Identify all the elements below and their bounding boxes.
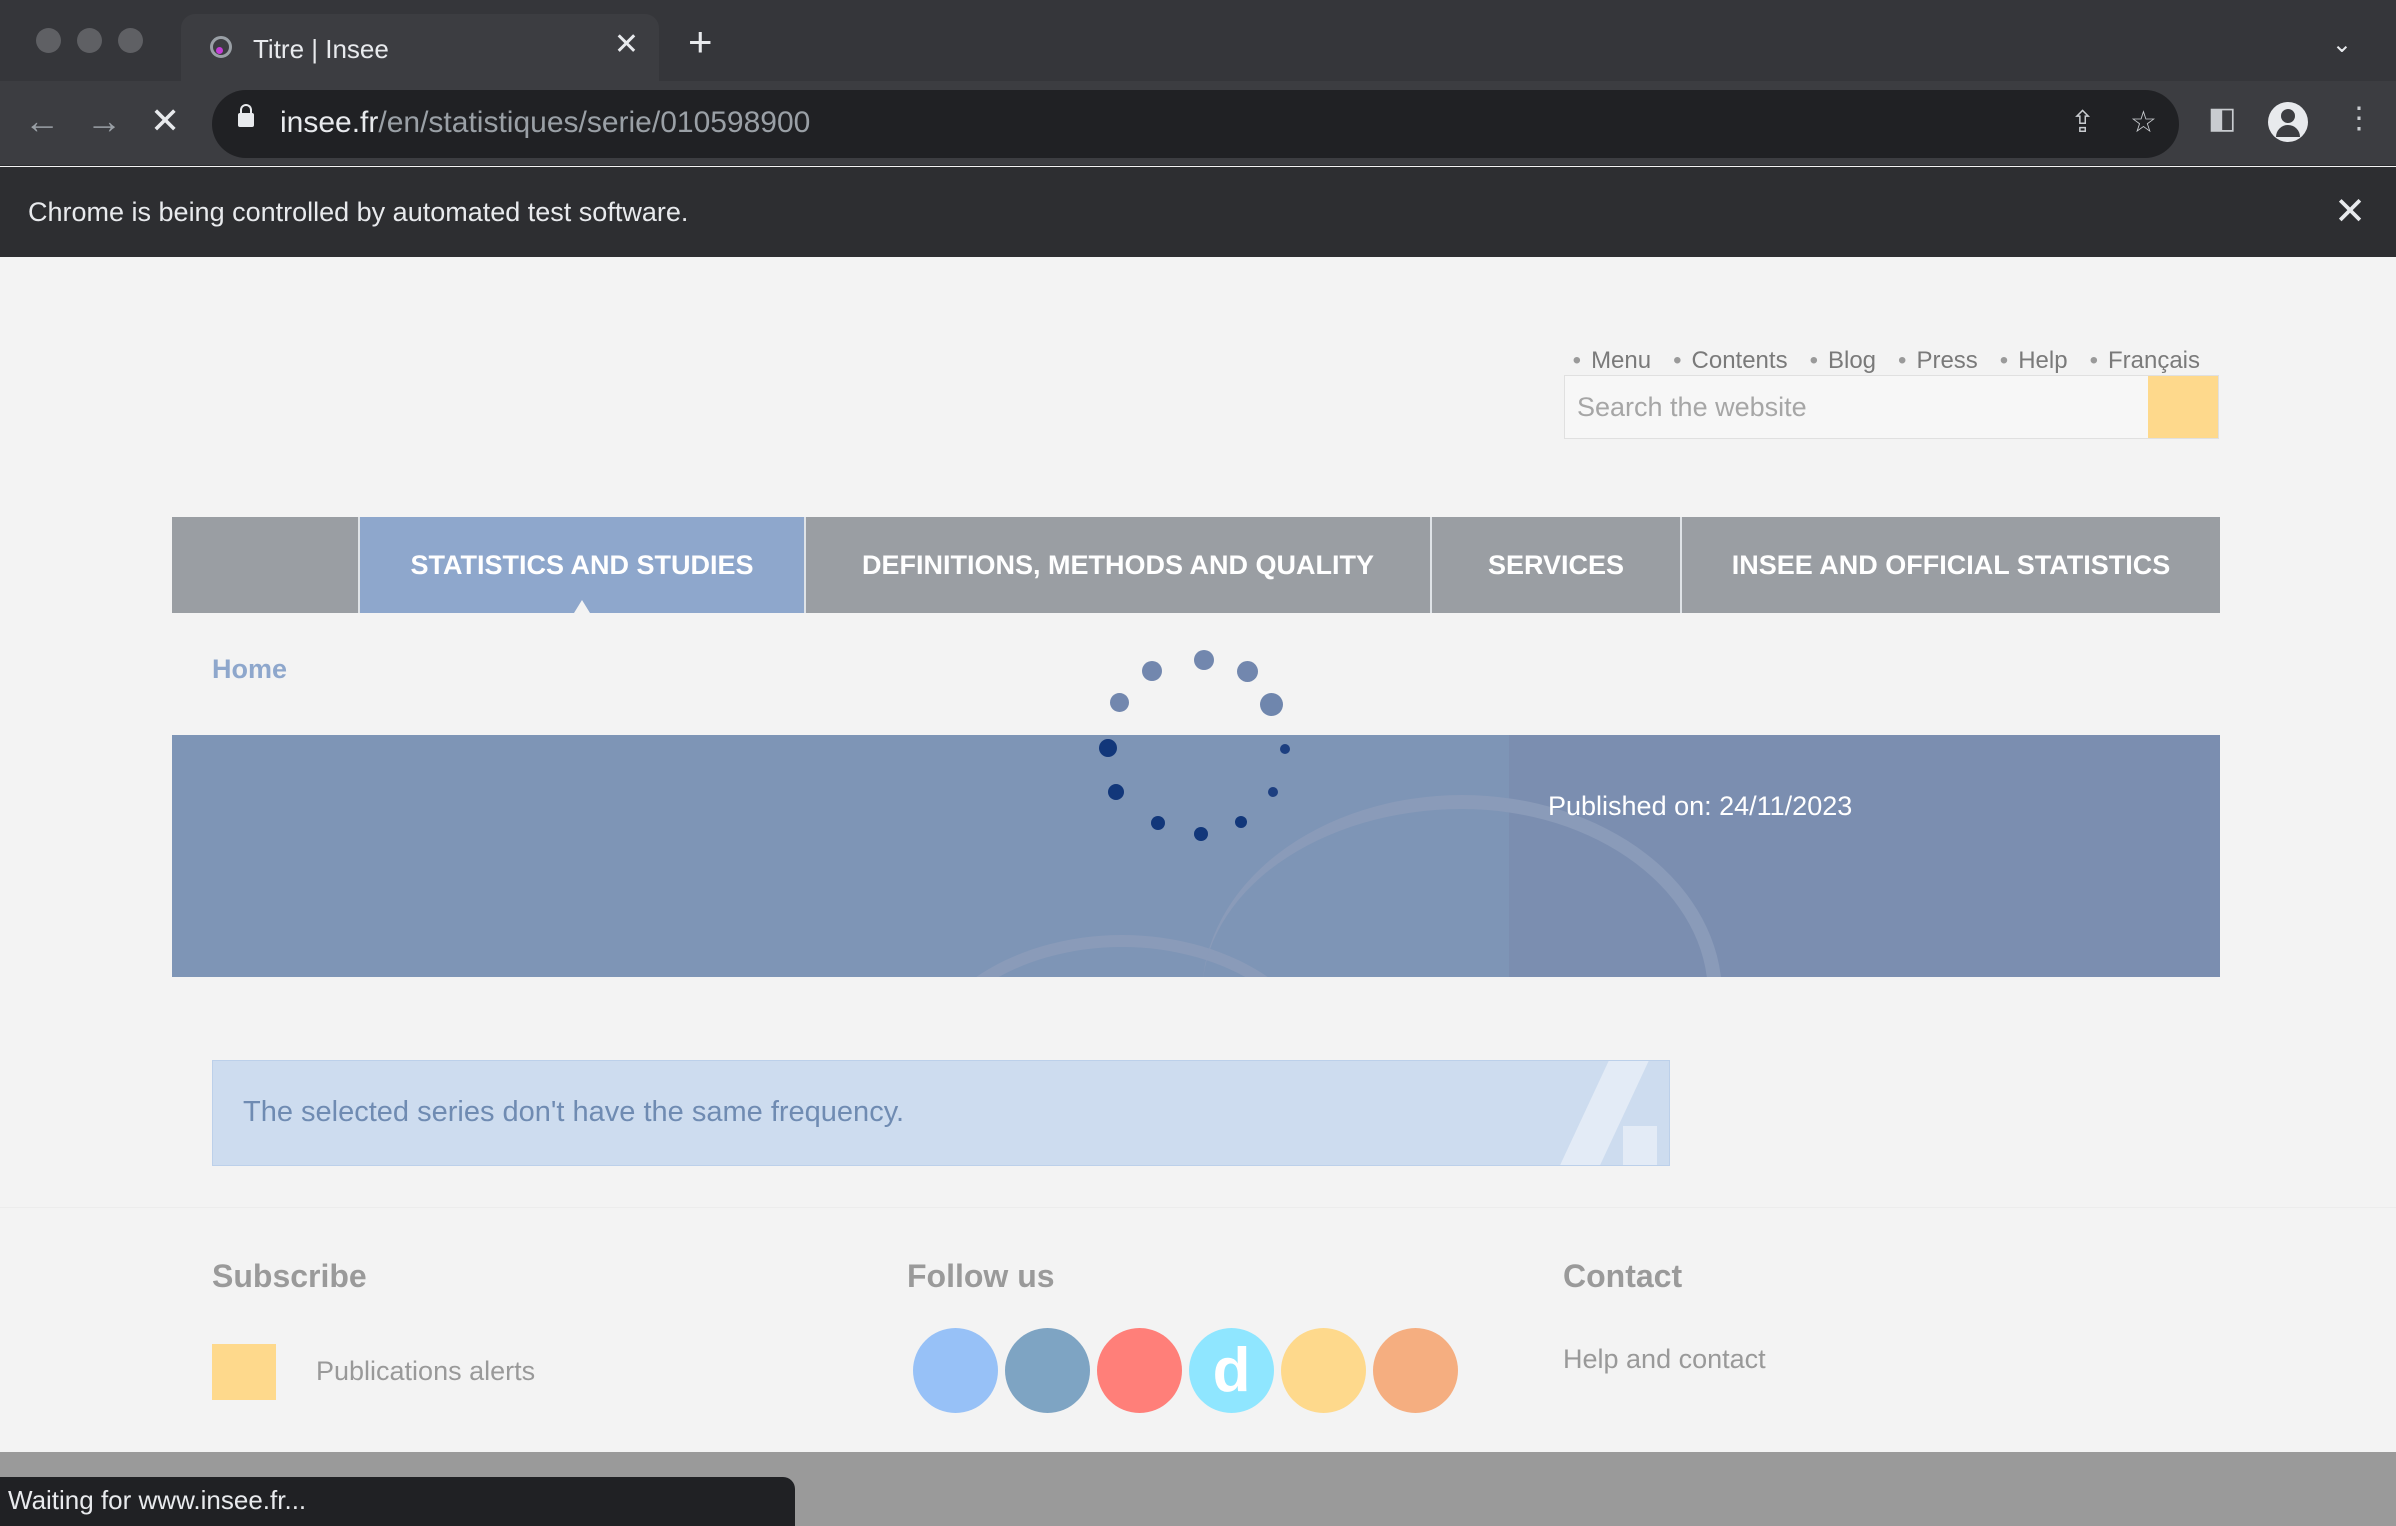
- follow-us-heading: Follow us: [907, 1258, 1055, 1294]
- search-button[interactable]: [2148, 376, 2218, 438]
- rss-icon[interactable]: [1281, 1328, 1366, 1413]
- stop-loading-icon[interactable]: ✕: [150, 103, 180, 139]
- tab-title: Titre | Insee: [253, 34, 389, 64]
- tab-search-chevron-icon[interactable]: ⌄: [2332, 30, 2352, 59]
- top-link-blog[interactable]: Blog: [1810, 347, 1876, 375]
- youtube-icon[interactable]: [1097, 1328, 1182, 1413]
- help-and-contact-link[interactable]: Help and contact: [1563, 1344, 1766, 1375]
- spinner-dot: [1237, 661, 1258, 682]
- tab-close-icon[interactable]: ✕: [614, 30, 639, 60]
- spinner-dot: [1108, 784, 1124, 800]
- infobar-message: Chrome is being controlled by automated …: [28, 197, 689, 227]
- frequency-alert: The selected series don't have the same …: [212, 1060, 1670, 1166]
- forward-arrow-icon[interactable]: →: [86, 103, 122, 139]
- nav-statistics-and-studies[interactable]: STATISTICS AND STUDIES: [358, 517, 804, 613]
- profile-avatar-icon[interactable]: [2268, 102, 2308, 142]
- favicon-icon: [210, 36, 232, 58]
- nav-services[interactable]: SERVICES: [1430, 517, 1680, 613]
- published-date: Published on: 24/11/2023: [1548, 791, 1853, 821]
- window-close-button[interactable]: [36, 28, 61, 53]
- browser-toolbar: ← → ✕ insee.fr/en/statistiques/serie/010…: [0, 81, 2396, 166]
- top-link-press[interactable]: Press: [1898, 347, 1977, 375]
- main-navigation: STATISTICS AND STUDIES DEFINITIONS, METH…: [172, 517, 2220, 613]
- spinner-dot: [1280, 744, 1290, 754]
- spinner-dot: [1194, 827, 1208, 841]
- site-search: [1564, 375, 2219, 439]
- top-links: Menu Contents Blog Press Help Français: [1573, 347, 2200, 375]
- bookmark-star-icon[interactable]: ☆: [2130, 108, 2157, 138]
- site-footer: Subscribe Publications alerts Follow us …: [0, 1207, 2396, 1467]
- spinner-dot: [1235, 816, 1247, 828]
- search-input[interactable]: [1565, 376, 2147, 438]
- dailymotion-icon[interactable]: d: [1189, 1328, 1274, 1413]
- browser-tab[interactable]: Titre | Insee ✕: [181, 14, 659, 81]
- new-tab-button[interactable]: +: [688, 21, 713, 63]
- twitter-icon[interactable]: [913, 1328, 998, 1413]
- window-maximize-button[interactable]: [118, 28, 143, 53]
- nav-definitions-methods-quality[interactable]: DEFINITIONS, METHODS AND QUALITY: [804, 517, 1430, 613]
- address-bar[interactable]: insee.fr/en/statistiques/serie/010598900…: [212, 90, 2179, 158]
- linkedin-icon[interactable]: [1005, 1328, 1090, 1413]
- publications-alerts-link[interactable]: Publications alerts: [316, 1356, 535, 1387]
- spinner-dot: [1110, 693, 1129, 712]
- automation-infobar: Chrome is being controlled by automated …: [0, 167, 2396, 257]
- browser-tab-bar: Titre | Insee ✕ + ⌄: [0, 0, 2396, 81]
- blog-icon[interactable]: [1373, 1328, 1458, 1413]
- back-arrow-icon[interactable]: ←: [24, 103, 60, 139]
- top-link-menu[interactable]: Menu: [1573, 347, 1651, 375]
- loading-spinner-icon: [1090, 650, 1310, 870]
- lock-icon[interactable]: [238, 104, 254, 127]
- top-link-language[interactable]: Français: [2090, 347, 2200, 375]
- web-page: Menu Contents Blog Press Help Français S…: [0, 257, 2396, 1526]
- top-link-help[interactable]: Help: [2000, 347, 2067, 375]
- alert-message: The selected series don't have the same …: [243, 1096, 905, 1128]
- side-panel-icon[interactable]: ◧: [2208, 101, 2236, 136]
- subscribe-heading: Subscribe: [212, 1258, 367, 1294]
- spinner-dot: [1099, 739, 1117, 757]
- more-menu-icon[interactable]: ⋮: [2344, 101, 2374, 136]
- share-icon[interactable]: ⇪: [2070, 108, 2095, 138]
- contact-heading: Contact: [1563, 1258, 1683, 1294]
- subscribe-icon[interactable]: [212, 1344, 276, 1400]
- infobar-close-icon[interactable]: ✕: [2334, 189, 2366, 234]
- nav-insee-official-statistics[interactable]: INSEE AND OFFICIAL STATISTICS: [1680, 517, 2220, 613]
- nav-home-tile[interactable]: [172, 517, 358, 613]
- top-link-contents[interactable]: Contents: [1673, 347, 1788, 375]
- spinner-dot: [1142, 661, 1162, 681]
- spinner-dot: [1260, 693, 1283, 716]
- spinner-dot: [1151, 816, 1165, 830]
- alert-decoration-block: [1623, 1126, 1657, 1165]
- status-bubble: Waiting for www.insee.fr...: [0, 1477, 795, 1526]
- window-minimize-button[interactable]: [77, 28, 102, 53]
- spinner-dot: [1268, 787, 1278, 797]
- spinner-dot: [1194, 650, 1214, 670]
- url-text[interactable]: insee.fr/en/statistiques/serie/010598900: [280, 106, 810, 140]
- breadcrumb-home[interactable]: Home: [212, 654, 287, 685]
